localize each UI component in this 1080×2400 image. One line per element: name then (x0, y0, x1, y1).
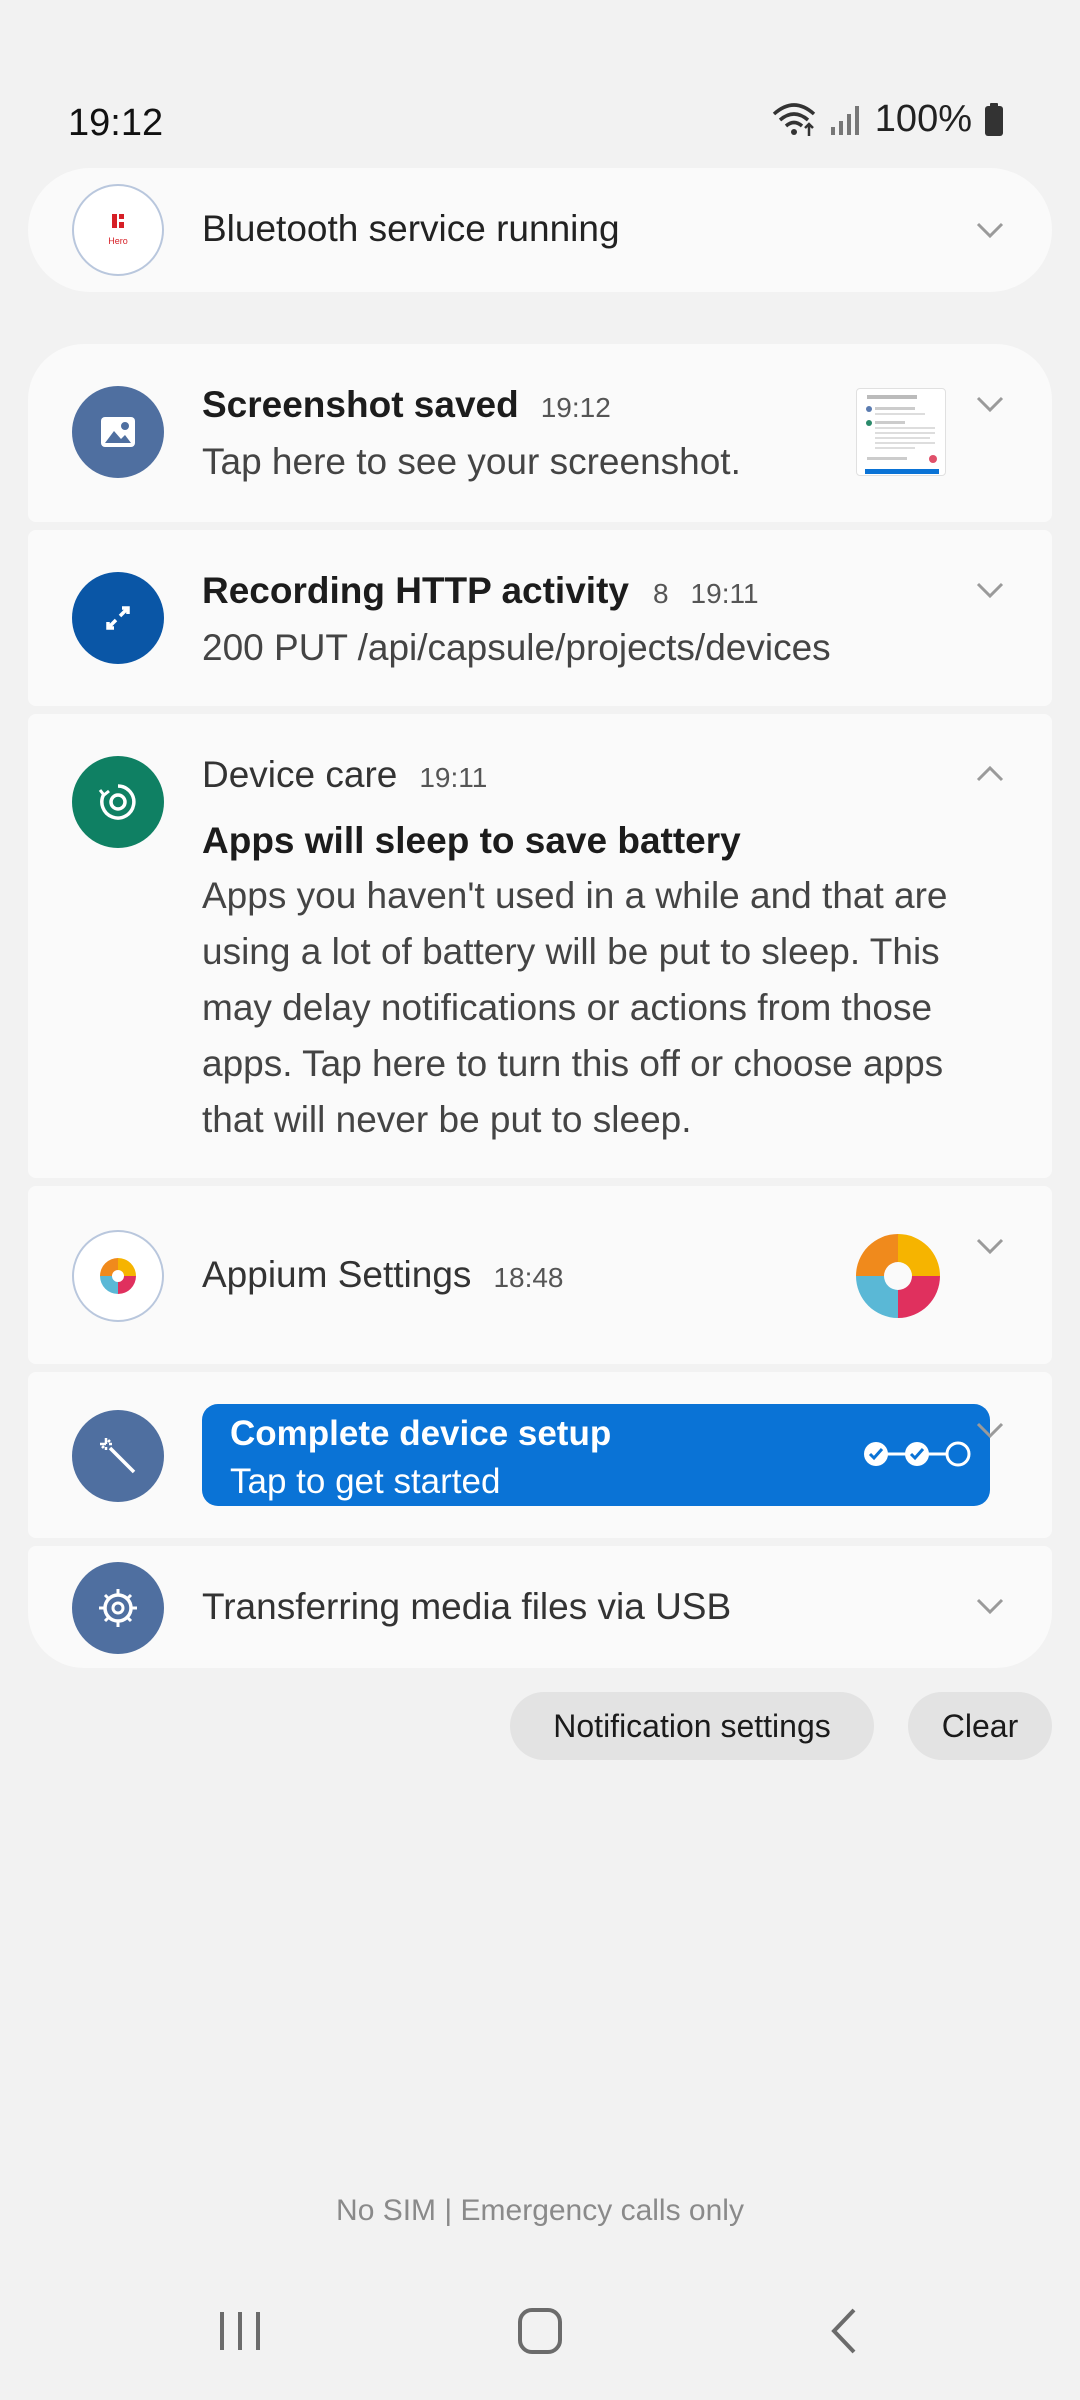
notification-title: Bluetooth service running (202, 208, 620, 249)
signal-icon (829, 103, 863, 137)
screenshot-thumbnail[interactable] (856, 388, 946, 476)
status-time: 19:12 (68, 102, 164, 144)
notification-device-care[interactable]: Device care 19:11 Apps will sleep to sav… (28, 714, 1052, 1178)
battery-percent: 100% (874, 98, 972, 140)
body-line: apps. Tap here to turn this off or choos… (202, 1043, 944, 1084)
notification-app-name: Device care (202, 754, 398, 795)
body-line: Apps you haven't used in a while and tha… (202, 875, 948, 916)
notification-time: 19:11 (690, 578, 759, 609)
notification-title: Recording HTTP activity (202, 570, 629, 611)
body-line: using a lot of battery will be put to sl… (202, 931, 940, 972)
chevron-up-icon[interactable] (972, 756, 1008, 792)
notification-appium[interactable]: Appium Settings 18:48 (28, 1186, 1052, 1364)
chevron-down-icon[interactable] (972, 1228, 1008, 1264)
chevron-down-icon[interactable] (972, 212, 1008, 248)
device-care-icon (72, 756, 164, 848)
progress-steps-icon (864, 1441, 971, 1467)
setup-subtitle: Tap to get started (230, 1462, 501, 1501)
notification-heading: Apps will sleep to save battery (202, 820, 741, 861)
appium-icon (72, 1230, 164, 1322)
notification-time: 19:12 (540, 392, 611, 423)
notification-usb[interactable]: Transferring media files via USB (28, 1546, 1052, 1668)
notification-bluetooth[interactable]: Hero Bluetooth service running (28, 168, 1052, 292)
notification-body: Apps you haven't used in a while and tha… (202, 868, 948, 1148)
notification-title: Appium Settings (202, 1254, 472, 1295)
usb-settings-icon (72, 1562, 164, 1654)
notification-text: 200 PUT /api/capsule/projects/devices (202, 627, 831, 668)
status-icons: 100% (771, 98, 1004, 141)
notification-screenshot[interactable]: Screenshot saved 19:12 Tap here to see y… (28, 344, 1052, 522)
hero-logo-icon: Hero (72, 184, 164, 276)
notification-time: 19:11 (419, 762, 488, 793)
back-icon[interactable] (818, 2306, 874, 2356)
notification-device-setup[interactable]: Complete device setup Tap to get started (28, 1372, 1052, 1538)
notification-title: Transferring media files via USB (202, 1586, 732, 1627)
notification-count: 8 (652, 578, 669, 609)
chevron-down-icon[interactable] (972, 1412, 1008, 1448)
navigation-bar (0, 2290, 1080, 2370)
magic-wand-icon (72, 1410, 164, 1502)
body-line: that will never be put to sleep. (202, 1099, 692, 1140)
battery-icon (984, 102, 1004, 137)
notification-title: Screenshot saved (202, 384, 519, 425)
wifi-icon (771, 102, 817, 138)
body-line: may delay notifications or actions from … (202, 987, 933, 1028)
clear-button[interactable]: Clear (908, 1692, 1052, 1760)
sim-status: No SIM | Emergency calls only (336, 2194, 744, 2227)
setup-banner[interactable]: Complete device setup Tap to get started (202, 1404, 990, 1506)
home-icon[interactable] (512, 2306, 568, 2356)
notification-settings-button[interactable]: Notification settings (510, 1692, 874, 1760)
svg-text:Hero: Hero (108, 236, 128, 246)
expand-arrows-icon (72, 572, 164, 664)
status-bar: 19:12 100% (0, 0, 1080, 160)
chevron-down-icon[interactable] (972, 386, 1008, 422)
chevron-down-icon[interactable] (972, 1588, 1008, 1624)
notification-time: 18:48 (493, 1262, 564, 1293)
appium-large-icon (850, 1228, 946, 1324)
notification-text: Tap here to see your screenshot. (202, 441, 741, 482)
setup-title: Complete device setup (230, 1414, 612, 1453)
notification-http[interactable]: Recording HTTP activity 8 19:11 200 PUT … (28, 530, 1052, 706)
image-icon (72, 386, 164, 478)
recent-apps-icon[interactable] (212, 2306, 268, 2356)
chevron-down-icon[interactable] (972, 572, 1008, 608)
